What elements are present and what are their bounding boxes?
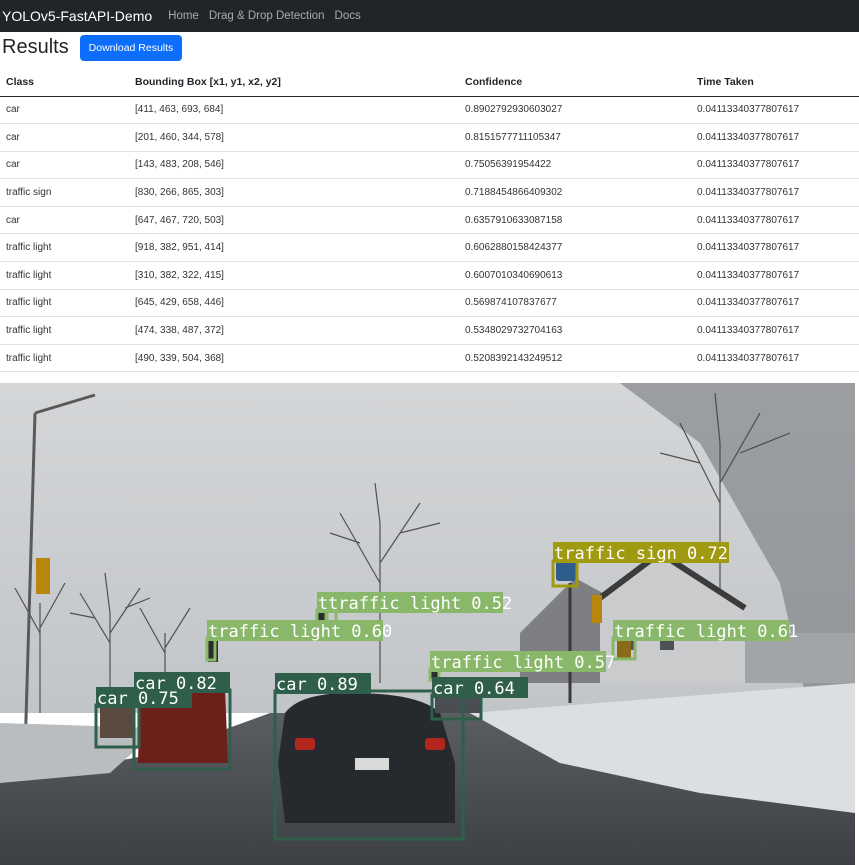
cell-bounding-box: [647, 467, 720, 503] [129,206,459,235]
table-row: car [201, 460, 344, 578] 0.8151577711105… [0,123,859,152]
label-traffic-light-0.52: traffic light 0.52 [328,594,512,614]
cell-confidence: 0.8151577711105347 [459,123,691,152]
cell-class: car [0,123,129,152]
table-header-row: Class Bounding Box [x1, y1, x2, y2] Conf… [0,68,859,97]
results-table: Class Bounding Box [x1, y1, x2, y2] Conf… [0,68,859,373]
nav-link-drag-drop-detection[interactable]: Drag & Drop Detection [209,10,325,22]
cell-confidence: 0.5348029732704163 [459,316,691,345]
cell-bounding-box: [645, 429, 658, 446] [129,289,459,318]
cell-confidence: 0.5208392143249512 [459,344,691,373]
table-row: traffic light [918, 382, 951, 414] 0.606… [0,233,859,263]
column-header-bounding-box: Bounding Box [x1, y1, x2, y2] [129,68,459,97]
cell-time-taken: 0.04113340377807617 [691,233,859,263]
download-results-button[interactable]: Download Results [80,35,182,61]
label-car-0.64: car 0.64 [433,679,515,699]
label-traffic-light-0.61: traffic light 0.61 [614,622,798,642]
column-header-time-taken: Time Taken [691,68,859,97]
cell-time-taken: 0.04113340377807617 [691,206,859,235]
cell-class: car [0,96,129,125]
cell-confidence: 0.6357910633087158 [459,206,691,235]
cell-time-taken: 0.04113340377807617 [691,289,859,318]
cell-confidence: 0.75056391954422 [459,151,691,180]
table-row: car [143, 483, 208, 546] 0.7505639195442… [0,151,859,180]
cell-bounding-box: [918, 382, 951, 414] [129,233,459,263]
table-row: car [647, 467, 720, 503] 0.6357910633087… [0,206,859,235]
label-traffic-light-t: t [318,594,328,614]
detection-result-image: car 0.89 car 0.82 car 0.75 traffic sign … [0,383,855,865]
column-header-confidence: Confidence [459,68,691,97]
cell-class: traffic light [0,344,129,373]
cell-class: traffic light [0,316,129,345]
table-row: traffic light [490, 339, 504, 368] 0.520… [0,344,859,373]
label-traffic-sign-0.72: traffic sign 0.72 [554,544,728,564]
cell-class: traffic light [0,233,129,263]
cell-bounding-box: [490, 339, 504, 368] [129,344,459,373]
cell-time-taken: 0.04113340377807617 [691,96,859,125]
cell-bounding-box: [310, 382, 322, 415] [129,261,459,290]
label-car-0.75: car 0.75 [97,689,179,709]
navbar: YOLOv5-FastAPI-Demo Home Drag & Drop Det… [0,0,859,32]
cell-confidence: 0.6007010340690613 [459,261,691,290]
cell-time-taken: 0.04113340377807617 [691,151,859,180]
table-row: traffic light [310, 382, 322, 415] 0.600… [0,261,859,290]
cell-confidence: 0.6062880158424377 [459,233,691,263]
table-body: car [411, 463, 693, 684] 0.8902792930603… [0,96,859,373]
label-car-0.89: car 0.89 [276,675,358,695]
label-traffic-light-0.60: traffic light 0.60 [208,622,392,642]
cell-class: traffic sign [0,178,129,207]
cell-time-taken: 0.04113340377807617 [691,178,859,207]
cell-bounding-box: [143, 483, 208, 546] [129,151,459,180]
cell-class: traffic light [0,289,129,318]
nav-link-home[interactable]: Home [168,10,199,22]
cell-time-taken: 0.04113340377807617 [691,344,859,373]
cell-confidence: 0.8902792930603027 [459,96,691,125]
cell-bounding-box: [474, 338, 487, 372] [129,316,459,345]
table-row: traffic sign [830, 266, 865, 303] 0.7188… [0,178,859,207]
cell-time-taken: 0.04113340377807617 [691,123,859,152]
cell-class: car [0,206,129,235]
table-row: traffic light [474, 338, 487, 372] 0.534… [0,316,859,345]
cell-bounding-box: [411, 463, 693, 684] [129,96,459,125]
table-row: car [411, 463, 693, 684] 0.8902792930603… [0,96,859,125]
cell-bounding-box: [201, 460, 344, 578] [129,123,459,152]
label-traffic-light-0.57: traffic light 0.57 [431,653,615,673]
cell-confidence: 0.569874107837677 [459,289,691,318]
navbar-brand[interactable]: YOLOv5-FastAPI-Demo [0,8,152,24]
nav-link-docs[interactable]: Docs [335,10,361,22]
column-header-class: Class [0,68,129,97]
cell-time-taken: 0.04113340377807617 [691,316,859,345]
cell-time-taken: 0.04113340377807617 [691,261,859,290]
cell-class: traffic light [0,261,129,290]
cell-bounding-box: [830, 266, 865, 303] [129,178,459,207]
page-title: Results [2,36,69,58]
cell-class: car [0,151,129,180]
cell-confidence: 0.7188454866409302 [459,178,691,207]
table-row: traffic light [645, 429, 658, 446] 0.569… [0,289,859,318]
